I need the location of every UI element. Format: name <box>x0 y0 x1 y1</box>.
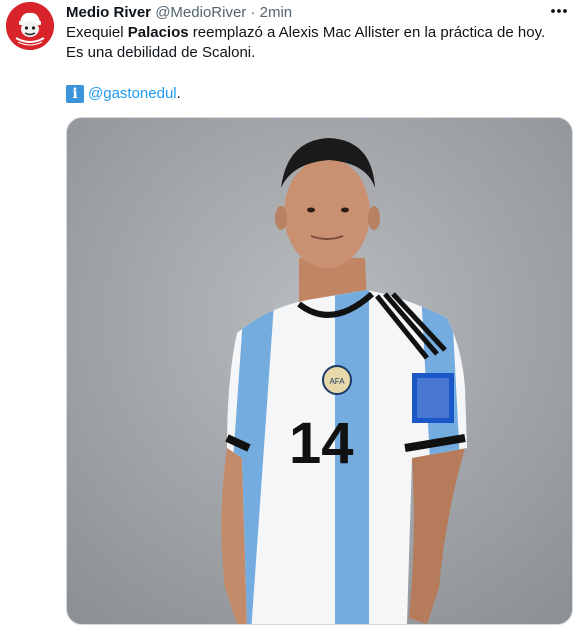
credit-mention-link[interactable]: @gastonedul <box>88 85 177 102</box>
tweet-text-start: Exequiel <box>66 24 128 41</box>
jersey-badge: AFA <box>329 377 345 386</box>
medio-river-logo-icon <box>6 2 54 50</box>
photo-credit: i @gastonedul. <box>66 84 181 104</box>
player-portrait-image: AFA 14 <box>67 118 572 624</box>
jersey-number: 14 <box>289 411 354 476</box>
author-name[interactable]: Medio River <box>66 4 151 21</box>
info-icon: i <box>66 85 84 103</box>
author-avatar[interactable] <box>6 2 54 50</box>
more-icon[interactable] <box>547 1 571 21</box>
credit-suffix: . <box>176 85 181 102</box>
tweet-text: Exequiel Palacios reemplazó a Alexis Mac… <box>66 23 566 63</box>
header-separator: · <box>250 4 256 21</box>
tweet-text-bold-name: Palacios <box>127 24 189 41</box>
tweet-header: Medio River @MedioRiver · 2min <box>66 3 573 23</box>
tweet-timestamp[interactable]: 2min <box>260 4 293 21</box>
tweet-media-photo[interactable]: AFA 14 <box>66 117 573 625</box>
author-handle[interactable]: @MedioRiver <box>155 4 246 21</box>
